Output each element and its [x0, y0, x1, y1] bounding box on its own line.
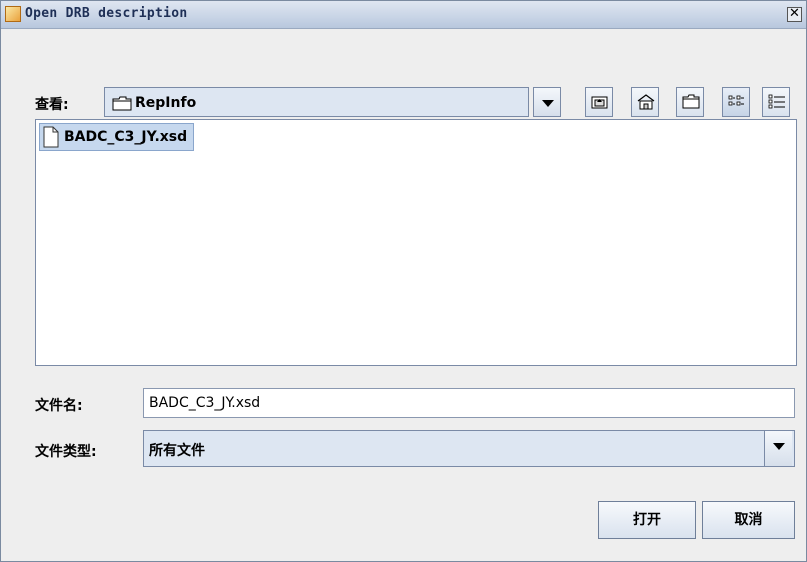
file-name-label: 文件名: — [35, 398, 83, 414]
file-chooser-dialog: Open DRB description ✕ 查看: RepInfo BADC_… — [0, 0, 807, 562]
file-icon — [43, 126, 59, 148]
window-title: Open DRB description — [25, 6, 188, 21]
look-in-label: 查看: — [35, 97, 69, 113]
look-in-dropdown-arrow[interactable] — [533, 87, 561, 117]
file-name-field[interactable]: BADC_C3_JY.xsd — [143, 388, 795, 418]
cancel-button[interactable]: 取消 — [702, 501, 795, 539]
close-button[interactable]: ✕ — [787, 7, 802, 22]
new-folder-icon — [682, 94, 700, 109]
open-button[interactable]: 打开 — [598, 501, 696, 539]
look-in-combo[interactable]: RepInfo — [104, 87, 529, 117]
details-view-icon — [768, 94, 785, 109]
up-folder-icon — [591, 96, 608, 109]
home-icon — [637, 94, 655, 110]
file-list-panel[interactable]: BADC_C3_JY.xsd — [35, 119, 797, 366]
up-folder-button[interactable] — [585, 87, 613, 117]
file-type-value: 所有文件 — [149, 443, 205, 459]
title-bar: Open DRB description ✕ — [1, 1, 806, 29]
new-folder-button[interactable] — [676, 87, 704, 117]
file-type-dropdown-arrow[interactable] — [764, 431, 792, 466]
home-button[interactable] — [631, 87, 659, 117]
look-in-value: RepInfo — [135, 95, 197, 111]
file-type-combo[interactable]: 所有文件 — [143, 430, 795, 467]
file-name: BADC_C3_JY.xsd — [64, 129, 188, 145]
details-view-button[interactable] — [762, 87, 790, 117]
file-type-label: 文件类型: — [35, 444, 97, 460]
java-app-icon — [5, 6, 21, 22]
folder-icon — [112, 96, 132, 111]
list-view-button[interactable] — [722, 87, 750, 117]
list-view-icon — [728, 95, 744, 106]
file-item[interactable]: BADC_C3_JY.xsd — [39, 123, 195, 151]
